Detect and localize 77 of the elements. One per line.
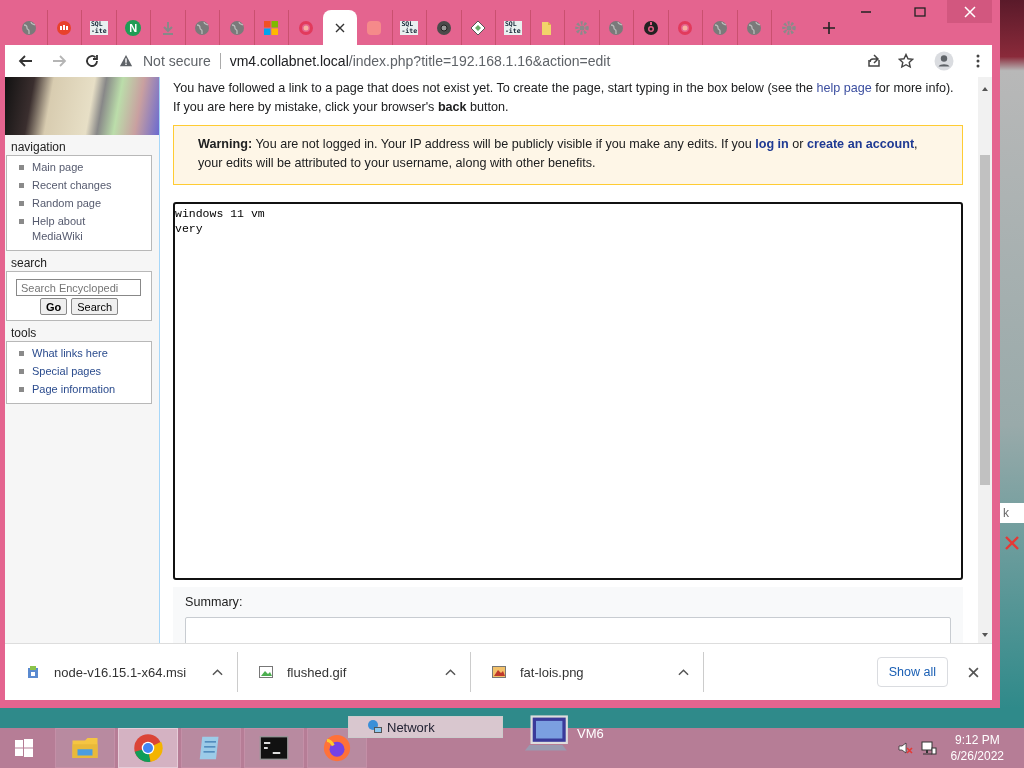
caret-up-icon[interactable] <box>445 668 456 676</box>
caret-up-icon[interactable] <box>678 668 689 676</box>
taskbar-app[interactable] <box>244 728 304 768</box>
download-item[interactable]: flushed.gif <box>238 652 471 692</box>
summary-label: Summary: <box>185 595 244 609</box>
globe-icon <box>228 19 245 36</box>
search-button[interactable]: Go <box>39 298 68 315</box>
network-item[interactable]: Network <box>348 716 503 738</box>
network-label: Network <box>387 719 435 735</box>
portlet-heading: search <box>10 255 49 271</box>
firefox-icon <box>322 733 352 763</box>
summary-field[interactable] <box>185 617 951 643</box>
scroll-up-icon[interactable] <box>981 85 989 93</box>
x-mark-icon <box>1004 535 1020 551</box>
image-icon <box>491 664 507 680</box>
file-name: fat-lois.png <box>520 664 585 680</box>
start-icon[interactable] <box>14 738 34 758</box>
file-name: flushed.gif <box>287 664 348 680</box>
network-icon <box>367 719 383 735</box>
image-icon <box>258 664 274 680</box>
globe-icon <box>608 19 625 36</box>
close-icon[interactable] <box>334 22 345 33</box>
back-icon[interactable] <box>18 53 34 69</box>
taskbar-app[interactable] <box>307 728 367 768</box>
search-field[interactable]: Search Encyclopedi <box>16 279 141 296</box>
circle-icon <box>435 19 452 36</box>
ring-icon <box>297 19 314 36</box>
intro-text: You have followed a link to a page that does not exist yet. To create the page, start typing in the box below (see the help page for more info). If you are here by mistake, click your browser's back button. <box>173 80 955 116</box>
help-link[interactable]: help page <box>816 81 872 95</box>
portlet-heading: navigation <box>10 139 67 155</box>
star-icon[interactable] <box>898 53 914 69</box>
portlet-heading: tools <box>10 325 38 341</box>
globe-icon <box>194 19 211 36</box>
close-button[interactable] <box>947 0 992 23</box>
share-icon[interactable] <box>866 53 882 69</box>
close-icon[interactable] <box>968 666 979 678</box>
maximize-icon[interactable] <box>914 5 926 18</box>
gear-icon <box>573 19 590 36</box>
download-item[interactable]: fat-lois.png <box>471 652 704 692</box>
file-name: node-v16.15.1-x64.msi <box>54 664 188 680</box>
blurred-icon <box>366 19 383 36</box>
computer-label: VM6 <box>577 725 604 741</box>
security-label: Not secure <box>143 53 211 69</box>
scroll-down-icon[interactable] <box>981 631 989 639</box>
warning-icon <box>119 54 133 68</box>
profile-icon[interactable] <box>934 51 954 71</box>
network-icon[interactable] <box>920 740 937 756</box>
volume-muted-icon[interactable] <box>896 740 913 756</box>
app-icon <box>56 19 73 36</box>
menu-icon[interactable] <box>976 53 980 69</box>
chrome-icon <box>133 733 163 763</box>
account-link[interactable]: log in <box>755 137 789 151</box>
diamond-icon <box>470 19 487 36</box>
caret-up-icon[interactable] <box>212 668 223 676</box>
eye-icon <box>642 19 659 36</box>
globe-icon <box>746 19 763 36</box>
globe-icon <box>711 19 728 36</box>
computer-icon[interactable] <box>525 713 569 753</box>
globe-icon <box>21 19 38 36</box>
ring-icon <box>677 19 694 36</box>
terminal-icon <box>259 733 289 763</box>
photo-placeholder[interactable] <box>5 77 159 135</box>
new-tab-icon[interactable] <box>822 22 835 34</box>
reload-icon[interactable] <box>84 53 100 69</box>
gear-icon <box>780 19 797 36</box>
search-button[interactable]: Search <box>71 298 119 315</box>
installer-icon <box>25 664 41 680</box>
show-all-button[interactable]: Show all <box>876 657 948 687</box>
edit-textarea[interactable]: windows 11 vm very <box>173 202 963 580</box>
download-item[interactable]: node-v16.15.1-x64.msi <box>5 652 238 692</box>
scrollbar[interactable] <box>978 77 992 643</box>
scrollbar-thumb[interactable] <box>980 155 990 485</box>
warning-text: Warning: You are not logged in. Your IP address will be publicly visible if you make any edits. If you log in or create an account, your edits will be attributed to your username, along with other benefits. <box>198 136 919 172</box>
url-text: vm4.collabnet.local/index.php?title=192.168.1.16&action=edit <box>229 53 611 69</box>
favicon-letter: N <box>125 19 142 36</box>
windows-logo-icon <box>263 19 280 36</box>
field-fragment: k <box>1000 503 1024 523</box>
